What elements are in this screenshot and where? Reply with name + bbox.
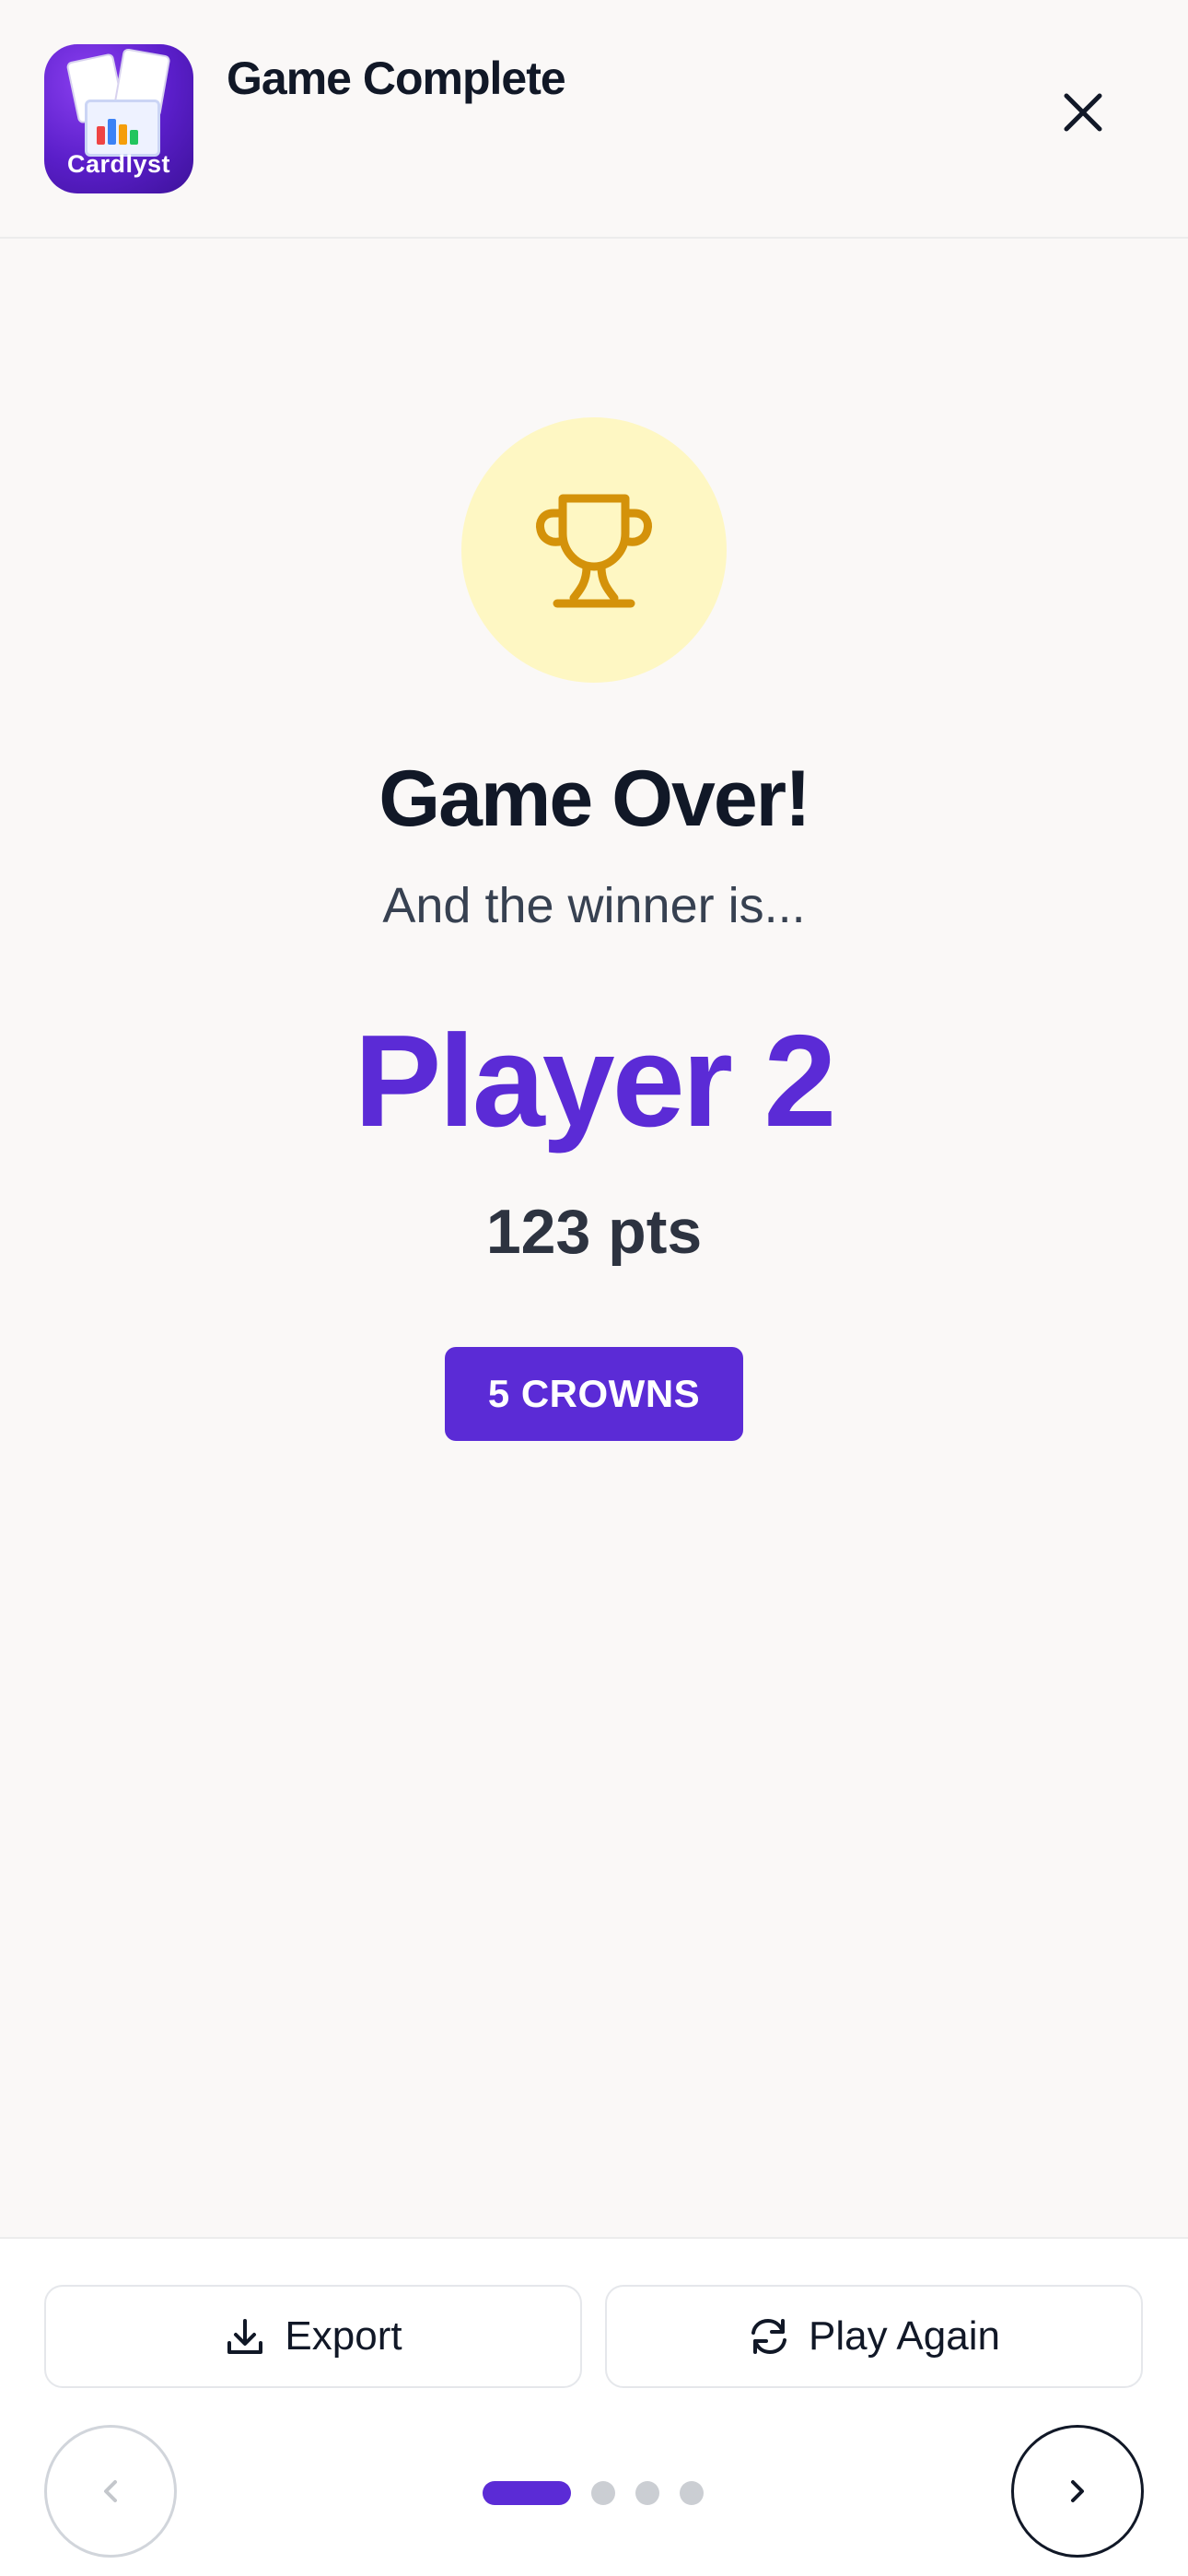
winner-name: Player 2: [354, 1008, 837, 1154]
chevron-left-icon: [104, 2480, 117, 2502]
download-icon: [227, 2319, 263, 2354]
export-label: Export: [285, 2313, 402, 2359]
export-button[interactable]: Export: [44, 2285, 582, 2388]
trophy-badge: [461, 417, 727, 683]
previous-button[interactable]: [44, 2425, 177, 2558]
close-icon: [1064, 93, 1102, 132]
play-again-button[interactable]: Play Again: [605, 2285, 1143, 2388]
page-dot[interactable]: [591, 2481, 615, 2505]
footer-bar: Export Play Again: [0, 2237, 1188, 2576]
page-title: Game Complete: [227, 53, 566, 104]
page-dot[interactable]: [680, 2481, 704, 2505]
page-dot-active[interactable]: [483, 2481, 571, 2505]
chart-icon: [85, 100, 160, 157]
winner-points: 123 pts: [485, 1197, 703, 1267]
app-logo: Cardlyst: [44, 44, 193, 193]
refresh-icon: [751, 2319, 787, 2354]
winner-subtitle: And the winner is...: [382, 878, 806, 933]
pagination-dots: [483, 2481, 704, 2505]
close-button[interactable]: [1048, 77, 1118, 147]
header-bar: Cardlyst Game Complete: [0, 0, 1188, 239]
next-button[interactable]: [1011, 2425, 1144, 2558]
crowns-badge: 5 CROWNS: [445, 1347, 743, 1441]
page-dot[interactable]: [635, 2481, 659, 2505]
game-over-heading: Game Over!: [379, 755, 811, 843]
trophy-icon: [536, 494, 652, 608]
chevron-right-icon: [1071, 2480, 1084, 2502]
play-again-label: Play Again: [809, 2313, 1000, 2359]
app-logo-label: Cardlyst: [66, 150, 171, 178]
